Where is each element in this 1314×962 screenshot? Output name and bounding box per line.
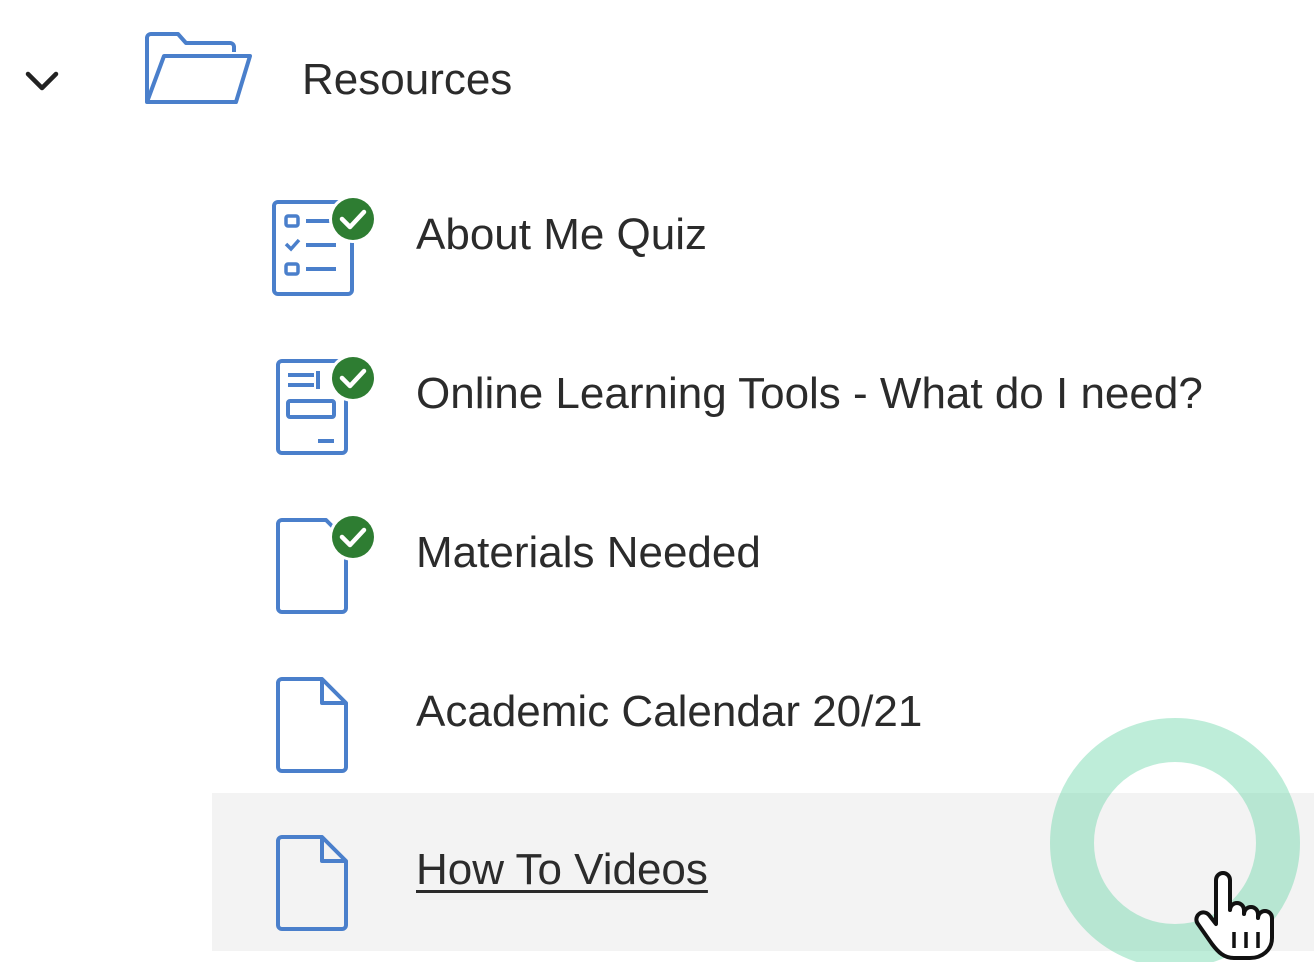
list-item-materials-needed[interactable]: Materials Needed xyxy=(212,476,1314,634)
content-tree: Resources About Me Quiz Online Learning … xyxy=(0,0,1314,962)
item-label[interactable]: How To Videos xyxy=(416,840,708,900)
folder-label[interactable]: Resources xyxy=(302,50,512,110)
chevron-down-icon[interactable] xyxy=(22,62,62,102)
item-icon-wrap xyxy=(270,496,386,614)
document-icon xyxy=(276,835,348,931)
list-item-online-learning-tools[interactable]: Online Learning Tools - What do I need? xyxy=(212,317,1314,475)
item-label[interactable]: Online Learning Tools - What do I need? xyxy=(416,364,1203,424)
item-icon-wrap xyxy=(270,178,386,296)
item-label[interactable]: About Me Quiz xyxy=(416,205,707,265)
folder-row-resources[interactable]: Resources xyxy=(0,0,1314,160)
folder-open-icon xyxy=(145,32,252,104)
completed-check-icon xyxy=(329,513,377,561)
list-item-about-me-quiz[interactable]: About Me Quiz xyxy=(212,158,1314,316)
item-label[interactable]: Materials Needed xyxy=(416,523,761,583)
item-label[interactable]: Academic Calendar 20/21 xyxy=(416,682,922,742)
list-item-academic-calendar[interactable]: Academic Calendar 20/21 xyxy=(212,635,1314,793)
completed-check-icon xyxy=(329,354,377,402)
list-item-how-to-videos[interactable]: How To Videos xyxy=(212,793,1314,951)
document-icon xyxy=(276,677,348,773)
item-icon-wrap xyxy=(270,813,386,931)
item-icon-wrap xyxy=(270,655,386,773)
completed-check-icon xyxy=(329,195,377,243)
item-icon-wrap xyxy=(270,337,386,455)
